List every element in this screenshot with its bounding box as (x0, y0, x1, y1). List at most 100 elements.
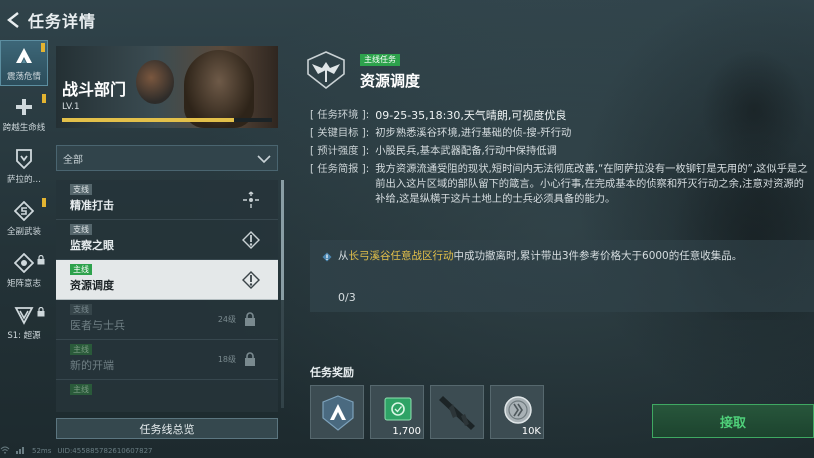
mission-item[interactable]: 支线 监察之眼 (56, 220, 278, 260)
lock-icon (37, 250, 45, 265)
eagle-emblem-icon (304, 50, 348, 90)
info-key: [ 预计强度 ]: (310, 145, 370, 157)
reward-count: 1,700 (392, 426, 421, 437)
info-icon (322, 251, 332, 262)
rail-item-quake-crisis[interactable]: 震荡危情 (0, 40, 48, 86)
scout-marker-icon (242, 271, 260, 289)
operator-portrait-secondary (136, 60, 174, 104)
mission-type-tag: 主线 (70, 264, 92, 275)
required-level: 24级 (217, 315, 236, 324)
mission-item-locked[interactable]: 支线 医者与士兵 24级 (56, 300, 278, 340)
info-row-intensity: [ 预计强度 ]: 小股民兵,基本武器配备,行动中保持低调 (310, 144, 810, 159)
reward-count: 10K (521, 426, 541, 437)
mission-item-selected[interactable]: 主线 资源调度 (56, 260, 278, 300)
info-row-briefing: [ 任务简报 ]: 我方资源流通受阻的现状,短时间内无法彻底改善,“在阿萨拉没有… (310, 162, 810, 207)
header: 任务详情 (0, 0, 300, 40)
mission-type-tag: 支线 (70, 224, 92, 235)
mission-info: [ 任务环境 ]: 09-25-35,18:30,天气晴朗,可视度优良 [ 关键… (310, 108, 810, 210)
chevron-down-icon (257, 149, 271, 168)
rail-item-fully-armed[interactable]: 全副武装 (0, 196, 48, 242)
accept-mission-button[interactable]: 接取 (652, 404, 814, 438)
mission-title: 资源调度 (360, 72, 421, 90)
rail-item-sara[interactable]: 萨拉的… (0, 144, 48, 190)
info-key: [ 任务环境 ]: (310, 109, 370, 121)
department-xp-bar (62, 118, 272, 122)
new-badge (42, 198, 46, 207)
mission-line-rail: 震荡危情 跨越生命线 萨拉的… 全副武装 矩阵意志 S1: 超源 (0, 40, 50, 360)
info-value: 小股民兵,基本武器配备,行动中保持低调 (375, 145, 557, 157)
mission-type-tag: 主线 (70, 344, 92, 355)
info-value: 我方资源流通受阻的现状,短时间内无法彻底改善,“在阿萨拉没有一枚铆钉是无用的”,… (375, 163, 808, 205)
reward-item[interactable] (310, 385, 364, 439)
mission-name: 新的开端 (70, 359, 114, 372)
lock-icon (244, 312, 256, 327)
objective-suffix: 中成功撤离时,累计带出3件参考价格大于6000的任意收集品。 (453, 250, 743, 262)
rail-item-matrix-will[interactable]: 矩阵意志 (0, 248, 48, 294)
scout-marker-icon (242, 231, 260, 249)
back-arrow-icon[interactable] (2, 9, 24, 31)
info-value: 初步熟悉溪谷环境,进行基础的侦-搜-歼行动 (375, 127, 572, 139)
user-id: UID:455885782610607827 (57, 447, 153, 455)
shield-chevron-icon (13, 148, 35, 170)
info-value: 09-25-35,18:30,天气晴朗,可视度优良 (375, 109, 567, 122)
info-key: [ 关键目标 ]: (310, 127, 370, 139)
department-xp-fill (62, 118, 235, 122)
objective-text: 从长弓溪谷任意战区行动中成功撤离时,累计带出3件参考价格大于6000的任意收集品… (322, 248, 804, 264)
matrix-icon (13, 252, 35, 274)
ping-value: 52ms (32, 447, 52, 455)
mission-type-tag: 支线 (70, 184, 92, 195)
operator-portrait (184, 50, 254, 128)
mission-line-overview-button[interactable]: 任务线总览 (56, 418, 278, 439)
objective-prefix: 从 (338, 250, 349, 262)
mission-type-tag: 主线任务 (360, 54, 400, 66)
info-row-environment: [ 任务环境 ]: 09-25-35,18:30,天气晴朗,可视度优良 (310, 108, 810, 123)
mission-detail-header: 主线任务 资源调度 (304, 50, 804, 90)
mission-name: 资源调度 (70, 279, 114, 292)
lock-icon (37, 302, 45, 317)
crosshair-arrows-icon (242, 191, 260, 209)
department-level: LV.1 (62, 102, 80, 112)
department-name: 战斗部门 (62, 80, 127, 99)
mission-name: 监察之眼 (70, 239, 114, 252)
rail-item-label: 震荡危情 (6, 72, 41, 82)
mission-filter-dropdown[interactable]: 全部 (56, 145, 278, 171)
triangle-v-icon (13, 304, 35, 326)
rail-item-s1[interactable]: S1: 超源 (0, 300, 48, 346)
new-badge (41, 43, 45, 52)
rail-item-label: 全副武装 (6, 227, 41, 237)
info-row-goal: [ 关键目标 ]: 初步熟悉溪谷环境,进行基础的侦-搜-歼行动 (310, 126, 810, 141)
a-logo-icon (322, 395, 354, 431)
required-level: 18级 (217, 355, 236, 364)
rewards-label: 任务奖励 (310, 366, 354, 379)
mission-type-tag: 主线 (70, 384, 92, 395)
mission-item[interactable]: 支线 精准打击 (56, 180, 278, 220)
rail-item-lifeline[interactable]: 跨越生命线 (0, 92, 48, 138)
wifi-icon (0, 446, 10, 456)
department-banner: 战斗部门 LV.1 (56, 46, 278, 128)
diamond-s-icon (13, 200, 35, 222)
a-logo-icon (13, 45, 35, 67)
objective-highlight: 长弓溪谷任意战区行动 (348, 250, 454, 262)
reward-item[interactable] (430, 385, 484, 439)
rail-item-label: S1: 超源 (7, 331, 41, 341)
mission-type-tag: 支线 (70, 304, 92, 315)
mission-item-locked[interactable]: 主线 (56, 380, 278, 412)
mission-objective: 从长弓溪谷任意战区行动中成功撤离时,累计带出3件参考价格大于6000的任意收集品… (310, 240, 814, 312)
mission-list-scrollbar[interactable] (281, 180, 284, 408)
medical-cross-icon (13, 96, 35, 118)
filter-selected-value: 全部 (63, 154, 83, 166)
mission-list: 支线 精准打击 支线 监察之眼 主线 资源调度 支线 医者与士兵 24级 主线 … (56, 180, 284, 412)
page-title: 任务详情 (28, 12, 97, 31)
rail-item-label: 矩阵意志 (6, 279, 41, 289)
lock-icon (244, 352, 256, 367)
mission-item-locked[interactable]: 主线 新的开端 18级 (56, 340, 278, 380)
reward-item[interactable]: 10K (490, 385, 544, 439)
mission-name: 医者与士兵 (70, 319, 125, 332)
rail-item-label: 跨越生命线 (2, 123, 46, 133)
status-footer: 52ms UID:455885782610607827 (0, 444, 300, 458)
scrollbar-thumb[interactable] (281, 180, 284, 300)
rifle-icon (439, 396, 475, 430)
mission-name: 精准打击 (70, 199, 114, 212)
rail-item-label: 萨拉的… (6, 175, 41, 185)
reward-item[interactable]: 1,700 (370, 385, 424, 439)
